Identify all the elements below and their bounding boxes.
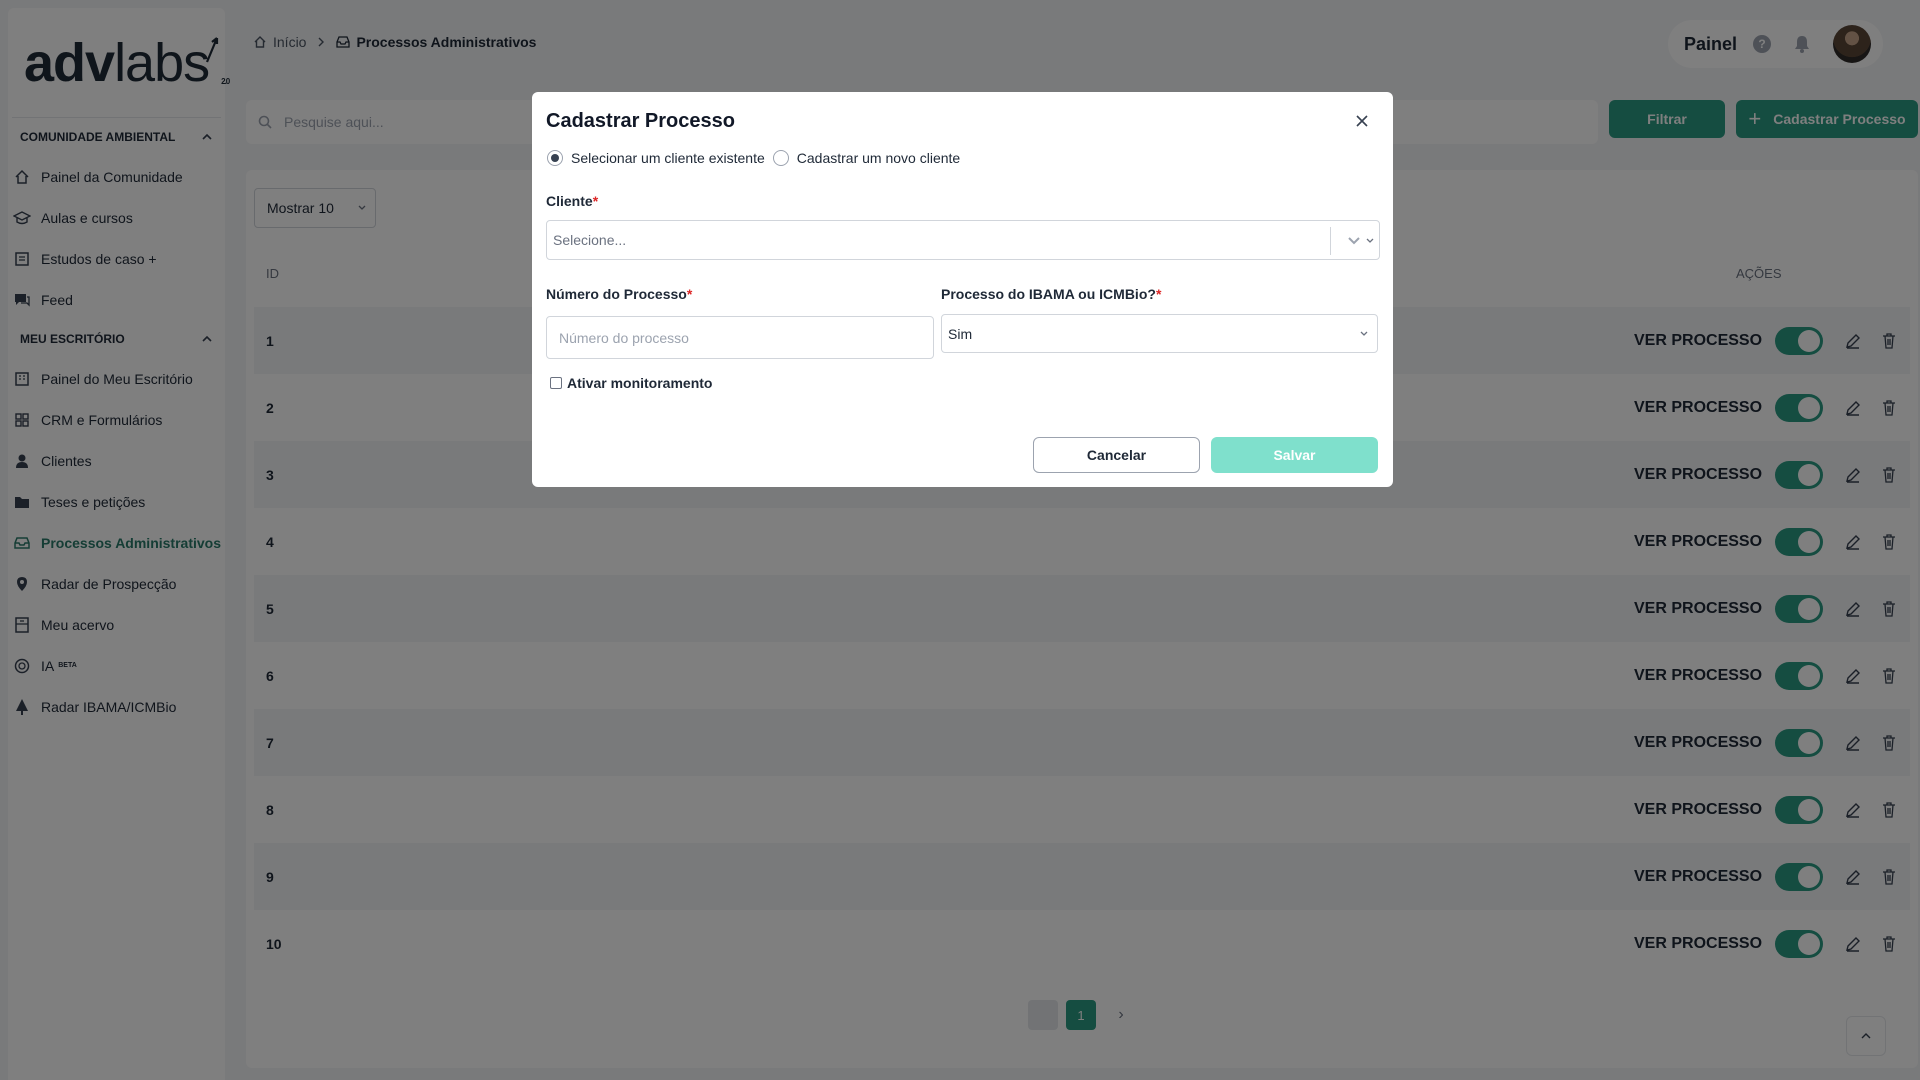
monitoring-checkbox-label[interactable]: Ativar monitoramento	[567, 375, 712, 391]
ibama-label: Processo do IBAMA ou ICMBio?*	[941, 286, 1161, 302]
ibama-select[interactable]: Sim	[941, 314, 1378, 353]
process-number-label-text: Número do Processo	[546, 286, 687, 302]
select-divider	[1330, 227, 1331, 255]
cadastrar-processo-modal: Cadastrar Processo Selecionar um cliente…	[532, 92, 1393, 487]
process-number-placeholder: Número do processo	[559, 329, 689, 346]
chevron-down-icon[interactable]	[1347, 235, 1361, 247]
process-number-input[interactable]: Número do processo	[546, 316, 934, 359]
radio-existing-client[interactable]	[547, 150, 563, 166]
chevron-down-small-icon	[1366, 238, 1374, 243]
process-number-label: Número do Processo*	[546, 286, 692, 302]
required-mark: *	[1155, 286, 1162, 302]
client-label-text: Cliente	[546, 193, 593, 209]
client-select[interactable]: Selecione...	[546, 220, 1380, 260]
chevron-down-icon	[1360, 331, 1368, 336]
client-select-placeholder: Selecione...	[553, 232, 627, 248]
client-mode-radios: Selecionar um cliente existente Cadastra…	[547, 150, 960, 166]
radio-existing-label[interactable]: Selecionar um cliente existente	[571, 150, 765, 166]
save-button[interactable]: Salvar	[1211, 437, 1378, 473]
save-button-label: Salvar	[1273, 447, 1316, 463]
radio-new-client[interactable]	[772, 150, 789, 166]
radio-new-label[interactable]: Cadastrar um novo cliente	[797, 150, 960, 166]
cancel-button[interactable]: Cancelar	[1033, 437, 1200, 473]
required-mark: *	[592, 193, 599, 209]
close-icon[interactable]	[1354, 113, 1370, 129]
ibama-select-value: Sim	[948, 325, 973, 342]
required-mark: *	[686, 286, 693, 302]
client-label: Cliente*	[546, 193, 598, 209]
modal-title: Cadastrar Processo	[546, 110, 735, 132]
monitoring-checkbox-row[interactable]: Ativar monitoramento	[550, 375, 712, 391]
monitoring-checkbox[interactable]	[550, 377, 562, 389]
ibama-label-text: Processo do IBAMA ou ICMBio?	[941, 286, 1156, 302]
cancel-button-label: Cancelar	[1086, 447, 1147, 463]
